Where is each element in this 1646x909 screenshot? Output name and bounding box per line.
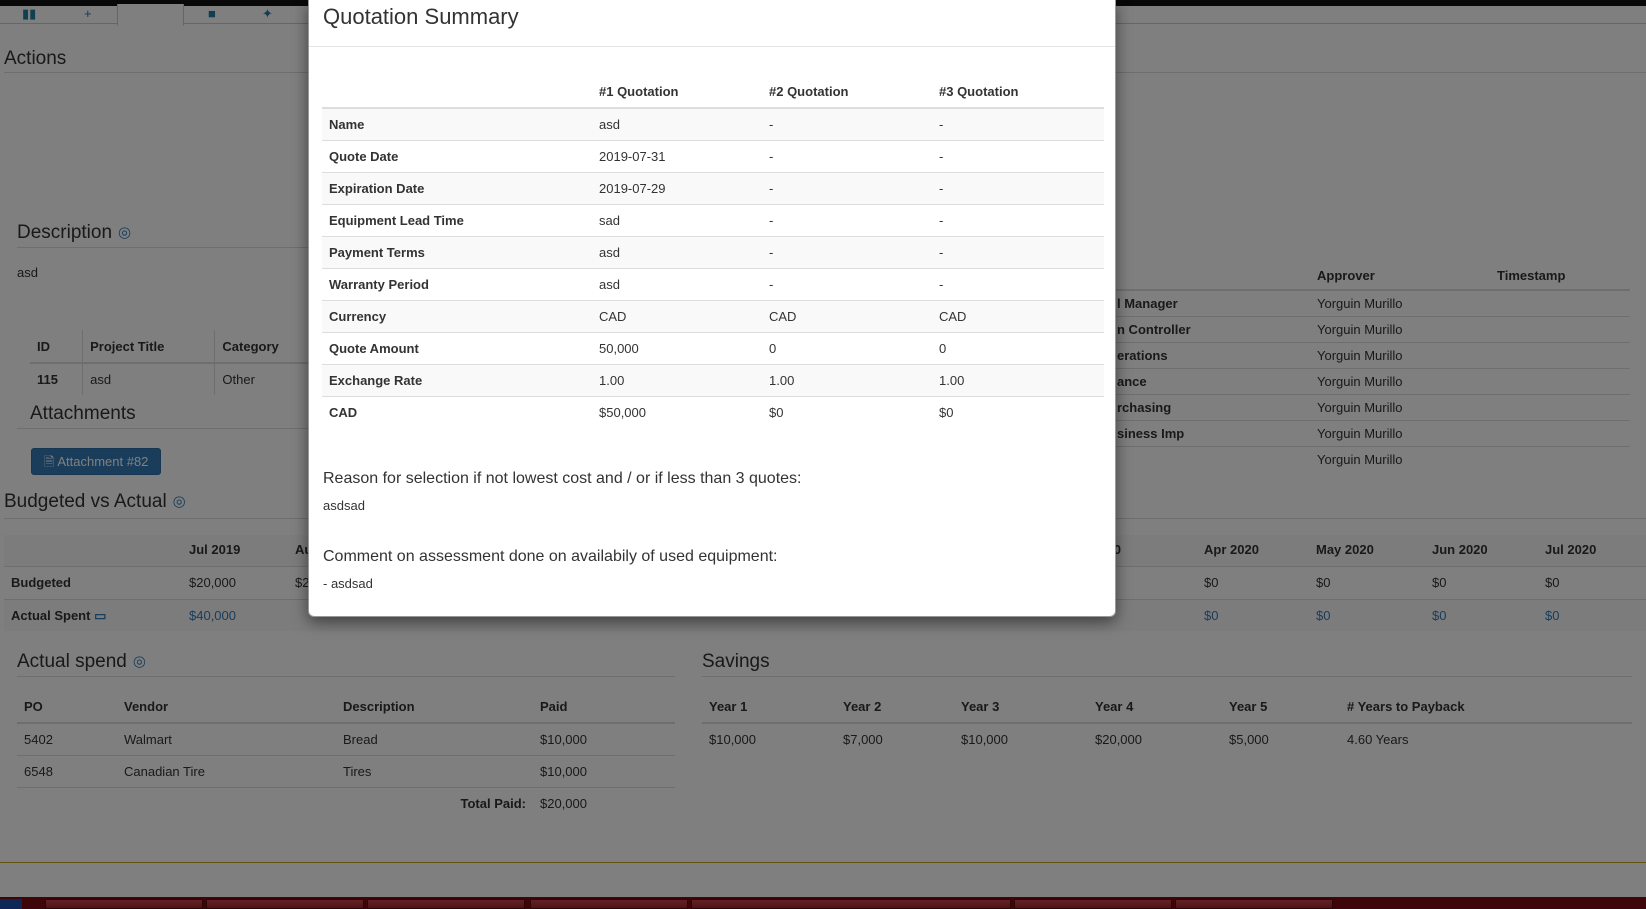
table-row: Quote Date 2019-07-31- -	[322, 139, 1104, 172]
cell-quotation-2: -	[762, 107, 932, 140]
quotation-summary-modal: Quotation Summary #1 Quotation #2 Quotat…	[308, 0, 1116, 617]
comment-value: - asdsad	[323, 576, 373, 591]
cell-quotation-1: asd	[592, 235, 762, 268]
cell-quotation-3: -	[932, 171, 1104, 204]
cell-quotation-1: sad	[592, 203, 762, 236]
modal-header-divider	[309, 46, 1115, 47]
row-label: Quote Date	[322, 139, 592, 172]
cell-quotation-1: 2019-07-29	[592, 171, 762, 204]
cell-quotation-2: -	[762, 267, 932, 300]
row-label: Quote Amount	[322, 331, 592, 364]
cell-quotation-1: 1.00	[592, 363, 762, 396]
cell-quotation-3: 0	[932, 331, 1104, 364]
cell-quotation-3: CAD	[932, 299, 1104, 332]
cell-quotation-2: CAD	[762, 299, 932, 332]
cell-quotation-2: -	[762, 203, 932, 236]
col-quotation-1: #1 Quotation	[592, 76, 762, 109]
row-label: Exchange Rate	[322, 363, 592, 396]
comment-label: Comment on assessment done on availabily…	[323, 548, 778, 565]
row-label: Expiration Date	[322, 171, 592, 204]
row-label: Payment Terms	[322, 235, 592, 268]
cell-quotation-3: -	[932, 235, 1104, 268]
cell-quotation-2: 1.00	[762, 363, 932, 396]
cell-quotation-1: CAD	[592, 299, 762, 332]
table-row: CAD $50,000 $0 $0	[322, 395, 1104, 428]
table-row: Currency CAD CAD CAD	[322, 299, 1104, 332]
cell-quotation-3: -	[932, 203, 1104, 236]
col-label	[322, 76, 592, 109]
row-label: Currency	[322, 299, 592, 332]
reason-label: Reason for selection if not lowest cost …	[323, 470, 802, 487]
cell-quotation-1: 2019-07-31	[592, 139, 762, 172]
cell-quotation-3: -	[932, 107, 1104, 140]
table-header-row: #1 Quotation #2 Quotation #3 Quotation	[322, 76, 1104, 109]
cell-quotation-2: 0	[762, 331, 932, 364]
cell-quotation-1: 50,000	[592, 331, 762, 364]
table-row: Quote Amount 50,000 0 0	[322, 331, 1104, 364]
quotation-table: #1 Quotation #2 Quotation #3 Quotation N…	[322, 76, 1104, 428]
cell-quotation-2: -	[762, 139, 932, 172]
table-row: Name asd - -	[322, 107, 1104, 140]
cell-quotation-1: asd	[592, 107, 762, 140]
row-label: Name	[322, 107, 592, 140]
table-row: Warranty Period asd - -	[322, 267, 1104, 300]
cell-quotation-1: asd	[592, 267, 762, 300]
col-quotation-2: #2 Quotation	[762, 76, 932, 109]
cell-quotation-2: $0	[762, 395, 932, 428]
cell-quotation-3: -	[932, 139, 1104, 172]
table-row: Equipment Lead Time sad - -	[322, 203, 1104, 236]
cell-quotation-3: 1.00	[932, 363, 1104, 396]
modal-title: Quotation Summary	[323, 4, 519, 29]
reason-value: asdsad	[323, 498, 365, 513]
row-label: Warranty Period	[322, 267, 592, 300]
table-row: Expiration Date 2019-07-29- -	[322, 171, 1104, 204]
table-row: Payment Terms asd - -	[322, 235, 1104, 268]
cell-quotation-3: $0	[932, 395, 1104, 428]
row-label: CAD	[322, 395, 592, 428]
row-label: Equipment Lead Time	[322, 203, 592, 236]
cell-quotation-1: $50,000	[592, 395, 762, 428]
cell-quotation-3: -	[932, 267, 1104, 300]
table-row: Exchange Rate 1.00 1.00 1.00	[322, 363, 1104, 396]
col-quotation-3: #3 Quotation	[932, 76, 1104, 109]
cell-quotation-2: -	[762, 171, 932, 204]
cell-quotation-2: -	[762, 235, 932, 268]
